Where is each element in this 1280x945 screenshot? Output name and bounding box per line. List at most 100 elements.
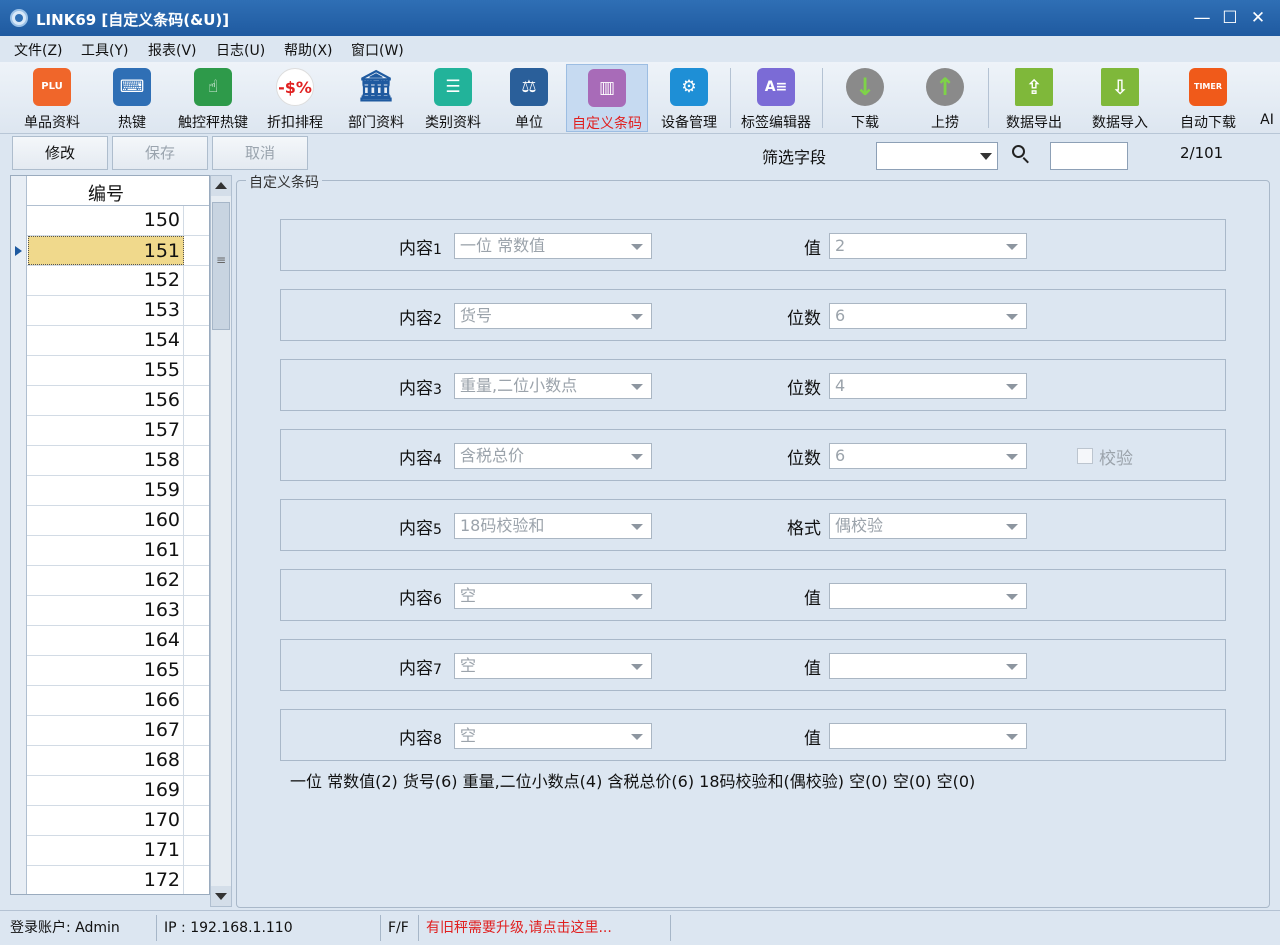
minimize-button[interactable]: —	[1190, 6, 1214, 30]
save-button[interactable]: 保存	[112, 136, 208, 170]
toolbar-overflow-button[interactable]: AI	[1254, 64, 1280, 132]
number-cell[interactable]: 160	[28, 506, 184, 535]
table-row[interactable]: 169	[11, 776, 209, 806]
toolbar-device-button[interactable]: ⚙ 设备管理	[654, 64, 724, 132]
menu-file[interactable]: 文件(Z)	[14, 40, 63, 60]
table-row[interactable]: 165	[11, 656, 209, 686]
grid-scrollbar[interactable]	[210, 175, 232, 907]
close-button[interactable]: ✕	[1246, 6, 1270, 30]
secondary-value-select[interactable]: 4	[829, 373, 1027, 399]
row-header[interactable]	[11, 506, 27, 536]
row-header[interactable]	[11, 836, 27, 866]
content-type-select[interactable]: 空	[454, 653, 652, 679]
verify-checkbox[interactable]	[1077, 448, 1093, 464]
toolbar-touch-hotkey-button[interactable]: ☝ 触控秤热键	[172, 64, 254, 132]
number-cell[interactable]: 161	[28, 536, 184, 565]
table-row[interactable]: 161	[11, 536, 209, 566]
row-header[interactable]	[11, 776, 27, 806]
toolbar-download-button[interactable]: ↓ 下载	[830, 64, 900, 132]
scroll-up-icon[interactable]	[211, 176, 231, 196]
row-header[interactable]	[11, 686, 27, 716]
secondary-value-select[interactable]: 6	[829, 303, 1027, 329]
table-row[interactable]: 156	[11, 386, 209, 416]
secondary-value-select[interactable]	[829, 583, 1027, 609]
toolbar-unit-button[interactable]: ⚖ 单位	[502, 64, 556, 132]
toolbar-upload-button[interactable]: ↑ 上捞	[910, 64, 980, 132]
table-row[interactable]: 150	[11, 206, 209, 236]
number-cell[interactable]: 169	[28, 776, 184, 805]
toolbar-auto-download-button[interactable]: TIMER 自动下载	[1172, 64, 1244, 132]
number-cell[interactable]: 172	[28, 866, 184, 894]
number-cell[interactable]: 154	[28, 326, 184, 355]
menu-log[interactable]: 日志(U)	[216, 40, 265, 60]
table-row[interactable]: 154	[11, 326, 209, 356]
row-header[interactable]	[11, 596, 27, 626]
secondary-value-select[interactable]: 偶校验	[829, 513, 1027, 539]
secondary-value-select[interactable]: 6	[829, 443, 1027, 469]
number-cell[interactable]: 153	[28, 296, 184, 325]
row-header[interactable]	[11, 446, 27, 476]
menu-tools[interactable]: 工具(Y)	[81, 40, 128, 60]
number-cell[interactable]: 167	[28, 716, 184, 745]
toolbar-custom-barcode-button[interactable]: ▥ 自定义条码	[566, 64, 648, 132]
table-row[interactable]: 153	[11, 296, 209, 326]
toolbar-data-import-button[interactable]: ⇩ 数据导入	[1084, 64, 1156, 132]
column-header-number[interactable]: 编号	[28, 180, 184, 206]
row-header[interactable]	[11, 806, 27, 836]
menu-help[interactable]: 帮助(X)	[284, 40, 333, 60]
table-row[interactable]: 171	[11, 836, 209, 866]
scroll-thumb[interactable]	[212, 202, 230, 330]
table-row[interactable]: 172	[11, 866, 209, 894]
cancel-button[interactable]: 取消	[212, 136, 308, 170]
content-type-select[interactable]: 一位 常数值	[454, 233, 652, 259]
table-row[interactable]: 168	[11, 746, 209, 776]
table-row[interactable]: 155	[11, 356, 209, 386]
content-type-select[interactable]: 货号	[454, 303, 652, 329]
row-header[interactable]	[11, 416, 27, 446]
row-header[interactable]	[11, 236, 27, 266]
table-row[interactable]: 166	[11, 686, 209, 716]
row-header[interactable]	[11, 296, 27, 326]
number-cell[interactable]: 164	[28, 626, 184, 655]
number-cell[interactable]: 156	[28, 386, 184, 415]
scroll-down-icon[interactable]	[211, 886, 231, 906]
number-cell[interactable]: 152	[28, 266, 184, 295]
row-header[interactable]	[11, 386, 27, 416]
row-header[interactable]	[11, 566, 27, 596]
table-row[interactable]: 152	[11, 266, 209, 296]
row-header[interactable]	[11, 716, 27, 746]
content-type-select[interactable]: 重量,二位小数点	[454, 373, 652, 399]
row-header[interactable]	[11, 326, 27, 356]
number-cell[interactable]: 166	[28, 686, 184, 715]
row-header[interactable]	[11, 356, 27, 386]
row-header[interactable]	[11, 206, 27, 236]
number-cell[interactable]: 151	[28, 236, 184, 265]
number-cell[interactable]: 163	[28, 596, 184, 625]
table-row[interactable]: 151	[11, 236, 209, 266]
row-header[interactable]	[11, 626, 27, 656]
maximize-button[interactable]: ☐	[1218, 6, 1242, 30]
toolbar-discount-button[interactable]: -$% 折扣排程	[262, 64, 328, 132]
table-row[interactable]: 167	[11, 716, 209, 746]
filter-field-select[interactable]	[876, 142, 998, 170]
upgrade-notice-link[interactable]: 有旧秤需要升级,请点击这里...	[422, 916, 612, 940]
secondary-value-select[interactable]	[829, 723, 1027, 749]
toolbar-label-editor-button[interactable]: A≡ 标签编辑器	[734, 64, 818, 132]
number-cell[interactable]: 158	[28, 446, 184, 475]
row-header[interactable]	[11, 536, 27, 566]
toolbar-category-button[interactable]: ☰ 类别资料	[418, 64, 488, 132]
number-cell[interactable]: 159	[28, 476, 184, 505]
number-cell[interactable]: 171	[28, 836, 184, 865]
number-cell[interactable]: 168	[28, 746, 184, 775]
menu-reports[interactable]: 报表(V)	[148, 40, 197, 60]
number-cell[interactable]: 150	[28, 206, 184, 235]
number-cell[interactable]: 170	[28, 806, 184, 835]
table-row[interactable]: 163	[11, 596, 209, 626]
table-row[interactable]: 170	[11, 806, 209, 836]
row-header[interactable]	[11, 266, 27, 296]
number-cell[interactable]: 155	[28, 356, 184, 385]
row-header[interactable]	[11, 866, 27, 894]
content-type-select[interactable]: 18码校验和	[454, 513, 652, 539]
search-icon[interactable]	[1011, 144, 1031, 164]
row-header[interactable]	[11, 476, 27, 506]
